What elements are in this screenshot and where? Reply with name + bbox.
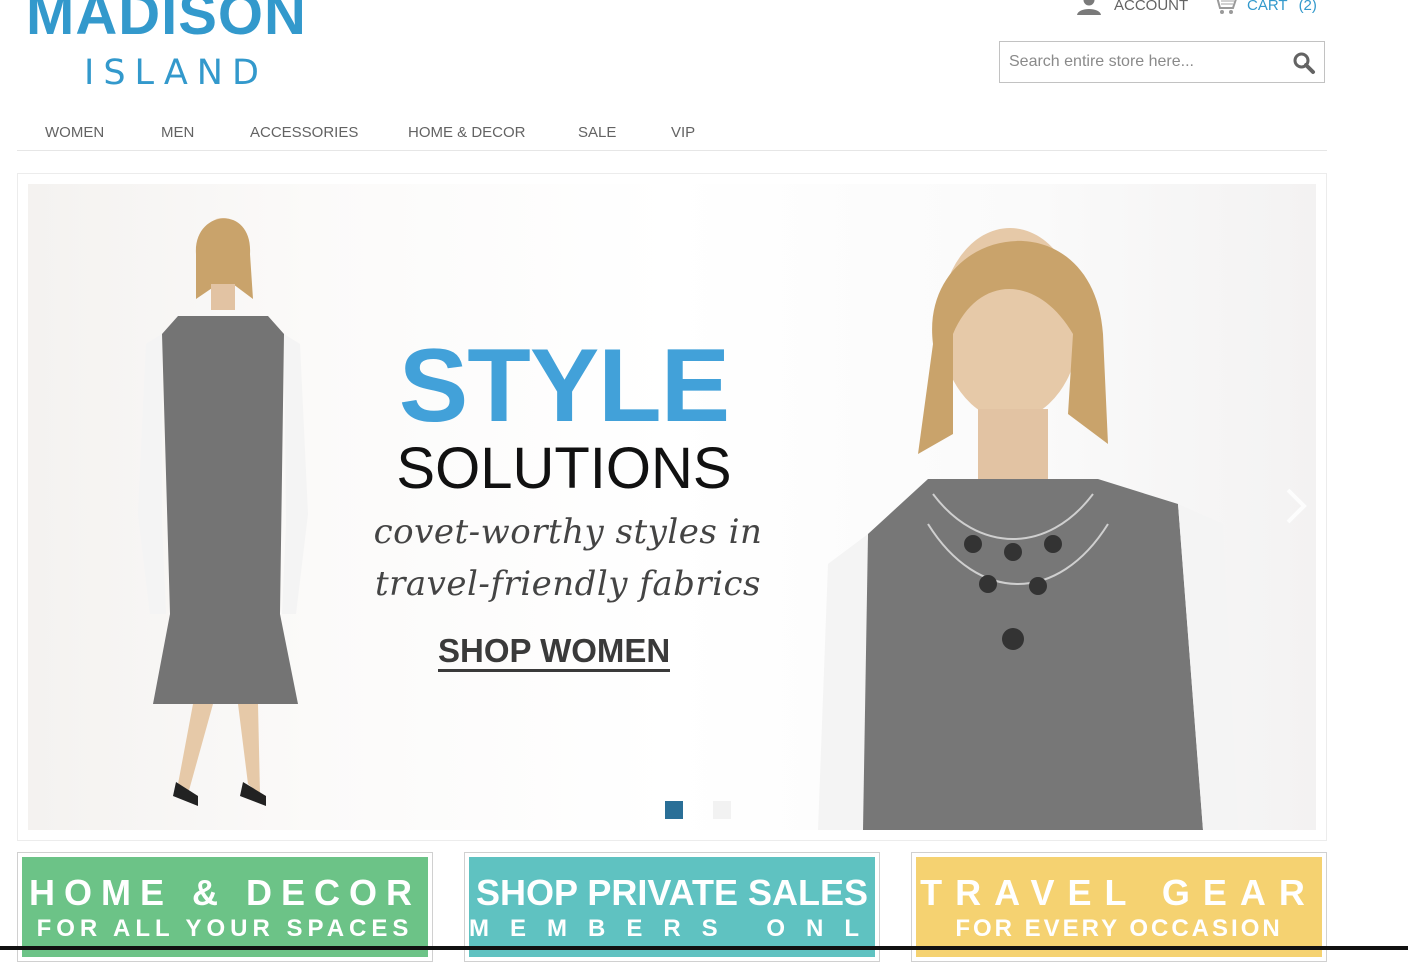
cart-label: CART: [1247, 0, 1288, 14]
user-icon: [1077, 0, 1101, 15]
promo-subtitle: FOR ALL YOUR SPACES: [36, 915, 414, 942]
promo-private-sales-bg: SHOP PRIVATE SALES MEMBERS ONLY: [469, 857, 875, 957]
logo-sub-text: ISLAND: [84, 53, 268, 93]
hero-tagline-line-1: covet-worthy styles in: [373, 512, 763, 552]
slider-dot-1[interactable]: [665, 801, 683, 819]
nav-item-home-decor[interactable]: HOME & DECOR: [408, 124, 526, 141]
hero-tagline: covet-worthy styles in travel-friendly f…: [318, 506, 818, 610]
nav-item-sale[interactable]: SALE: [578, 124, 616, 141]
hero-slide[interactable]: STYLE SOLUTIONS covet-worthy styles in t…: [28, 184, 1316, 830]
search-input[interactable]: [1000, 42, 1280, 82]
hero-tagline-line-2: travel-friendly fabrics: [375, 564, 761, 604]
shop-women-button[interactable]: SHOP WOMEN: [438, 634, 671, 672]
logo-main-text: MADISON: [26, 0, 307, 47]
promo-home-decor-bg: HOME & DECOR FOR ALL YOUR SPACES: [22, 857, 428, 957]
promo-travel-gear-bg: TRAVEL GEAR FOR EVERY OCCASION: [916, 857, 1322, 957]
account-link[interactable]: ACCOUNT: [1076, 0, 1188, 16]
nav-item-women[interactable]: WOMEN: [45, 124, 104, 141]
slider-next-icon[interactable]: [1280, 484, 1310, 528]
slider-dot-2[interactable]: [713, 801, 731, 819]
promo-subtitle: FOR EVERY OCCASION: [955, 915, 1283, 942]
promo-subtitle: MEMBERS ONLY: [469, 915, 875, 942]
nav-item-men[interactable]: MEN: [161, 124, 194, 141]
promo-title: TRAVEL GEAR: [920, 872, 1318, 913]
search-form: [999, 41, 1325, 83]
nav-item-vip[interactable]: VIP: [671, 124, 695, 141]
hero-subtitle: SOLUTIONS: [396, 436, 732, 501]
main-nav: WOMEN MEN ACCESSORIES HOME & DECOR SALE …: [17, 118, 1327, 151]
cart-count-badge: (2): [1298, 0, 1317, 14]
account-label: ACCOUNT: [1114, 0, 1189, 14]
cart-icon: [1216, 0, 1237, 14]
promo-title: HOME & DECOR: [28, 872, 421, 913]
cart-link[interactable]: CART (2): [1212, 0, 1317, 16]
search-icon[interactable]: [1292, 51, 1316, 75]
promo-title: SHOP PRIVATE SALES: [475, 872, 869, 913]
hero-title: STYLE: [398, 328, 730, 444]
nav-item-accessories[interactable]: ACCESSORIES: [250, 124, 358, 141]
bottom-edge-bar: [0, 946, 1408, 950]
